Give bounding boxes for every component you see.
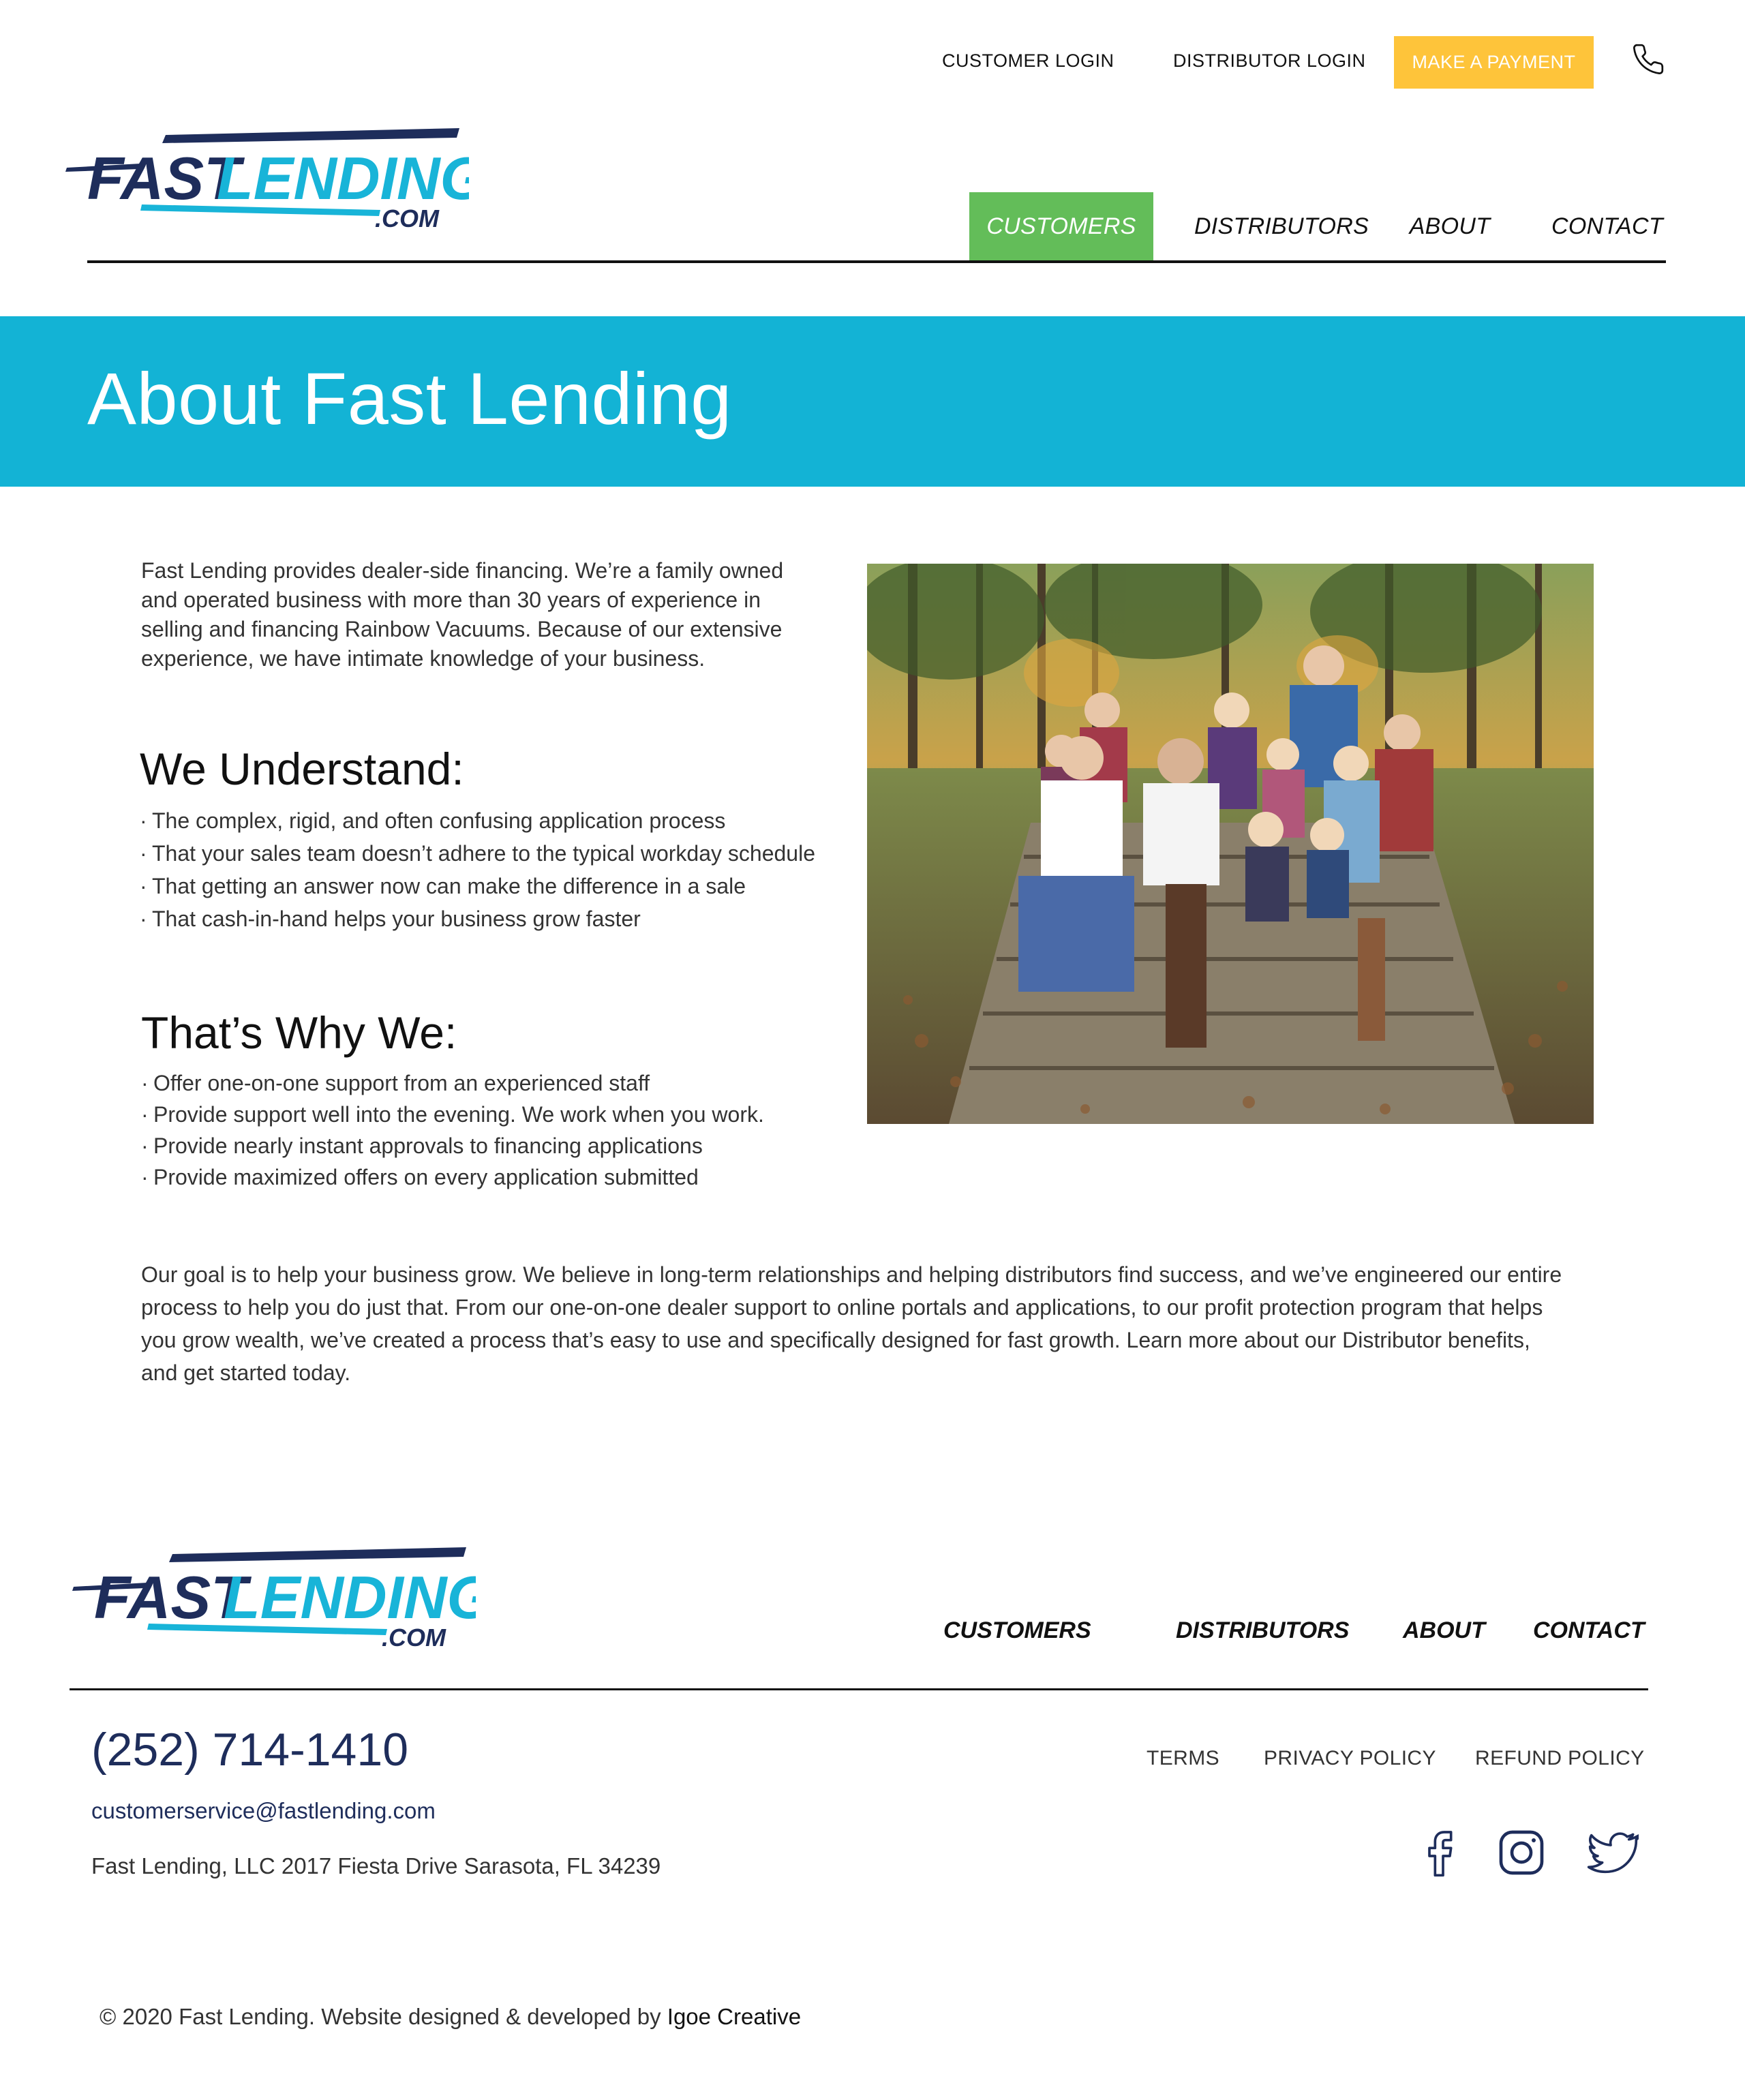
nav-contact[interactable]: CONTACT <box>1549 192 1666 261</box>
svg-text:LENDING: LENDING <box>217 144 469 212</box>
studio-link[interactable]: Igoe Creative <box>667 2004 801 2029</box>
understand-list: The complex, rigid, and often confusing … <box>140 808 821 939</box>
copyright-label: © 2020 Fast Lending. Website designed & … <box>100 2004 661 2029</box>
footer-email-link[interactable]: customerservice@fastlending.com <box>91 1798 436 1824</box>
footer-nav-distributors[interactable]: DISTRIBUTORS <box>1176 1617 1349 1644</box>
distributor-login-link[interactable]: DISTRIBUTOR LOGIN <box>1173 50 1366 72</box>
phone-icon[interactable] <box>1631 42 1665 76</box>
footer-logo[interactable]: FAST LENDING .COM <box>67 1542 476 1658</box>
list-item: Offer one-on-one support from an experie… <box>141 1067 864 1099</box>
goal-paragraph: Our goal is to help your business grow. … <box>141 1262 1562 1385</box>
list-item: That getting an answer now can make the … <box>140 874 821 898</box>
list-item: Provide support well into the evening. W… <box>141 1099 864 1130</box>
list-item: Provide maximized offers on every applic… <box>141 1161 864 1193</box>
copyright-text: © 2020 Fast Lending. Website designed & … <box>100 2004 801 2030</box>
hero-banner: About Fast Lending <box>0 316 1745 487</box>
terms-link[interactable]: TERMS <box>1147 1747 1219 1770</box>
facebook-icon[interactable] <box>1412 1825 1467 1880</box>
twitter-icon[interactable] <box>1584 1825 1639 1880</box>
instagram-icon[interactable] <box>1494 1825 1549 1880</box>
nav-distributors[interactable]: DISTRIBUTORS <box>1194 192 1369 261</box>
page-title: About Fast Lending <box>87 357 732 440</box>
footer-phone-number[interactable]: (252) 714-1410 <box>91 1723 408 1776</box>
svg-text:.COM: .COM <box>375 204 440 232</box>
understand-heading: We Understand: <box>140 744 464 794</box>
nav-about[interactable]: ABOUT <box>1406 192 1494 261</box>
svg-text:LENDING: LENDING <box>224 1564 476 1631</box>
refund-policy-link[interactable]: REFUND POLICY <box>1475 1747 1645 1770</box>
footer-nav-customers[interactable]: CUSTOMERS <box>943 1617 1091 1644</box>
footer-nav-contact[interactable]: CONTACT <box>1533 1617 1645 1644</box>
footer-divider <box>70 1688 1648 1690</box>
customer-login-link[interactable]: CUSTOMER LOGIN <box>942 50 1114 72</box>
why-heading: That’s Why We: <box>141 1007 457 1058</box>
privacy-policy-link[interactable]: PRIVACY POLICY <box>1264 1747 1436 1770</box>
list-item: Provide nearly instant approvals to fina… <box>141 1130 864 1161</box>
svg-text:.COM: .COM <box>382 1624 446 1652</box>
intro-paragraph: Fast Lending provides dealer-side financ… <box>141 558 784 671</box>
make-payment-button[interactable]: MAKE A PAYMENT <box>1394 36 1594 89</box>
footer-nav-about[interactable]: ABOUT <box>1403 1617 1485 1644</box>
why-list: Offer one-on-one support from an experie… <box>141 1067 864 1193</box>
family-photo <box>867 564 1594 1124</box>
list-item: That your sales team doesn’t adhere to t… <box>140 841 821 866</box>
nav-customers[interactable]: CUSTOMERS <box>969 192 1153 261</box>
header-divider <box>87 260 1666 263</box>
footer-address: Fast Lending, LLC 2017 Fiesta Drive Sara… <box>91 1853 661 1878</box>
list-item: That cash-in-hand helps your business gr… <box>140 907 821 931</box>
fastlending-logo[interactable]: FAST LENDING .COM <box>60 123 469 239</box>
list-item: The complex, rigid, and often confusing … <box>140 808 821 833</box>
